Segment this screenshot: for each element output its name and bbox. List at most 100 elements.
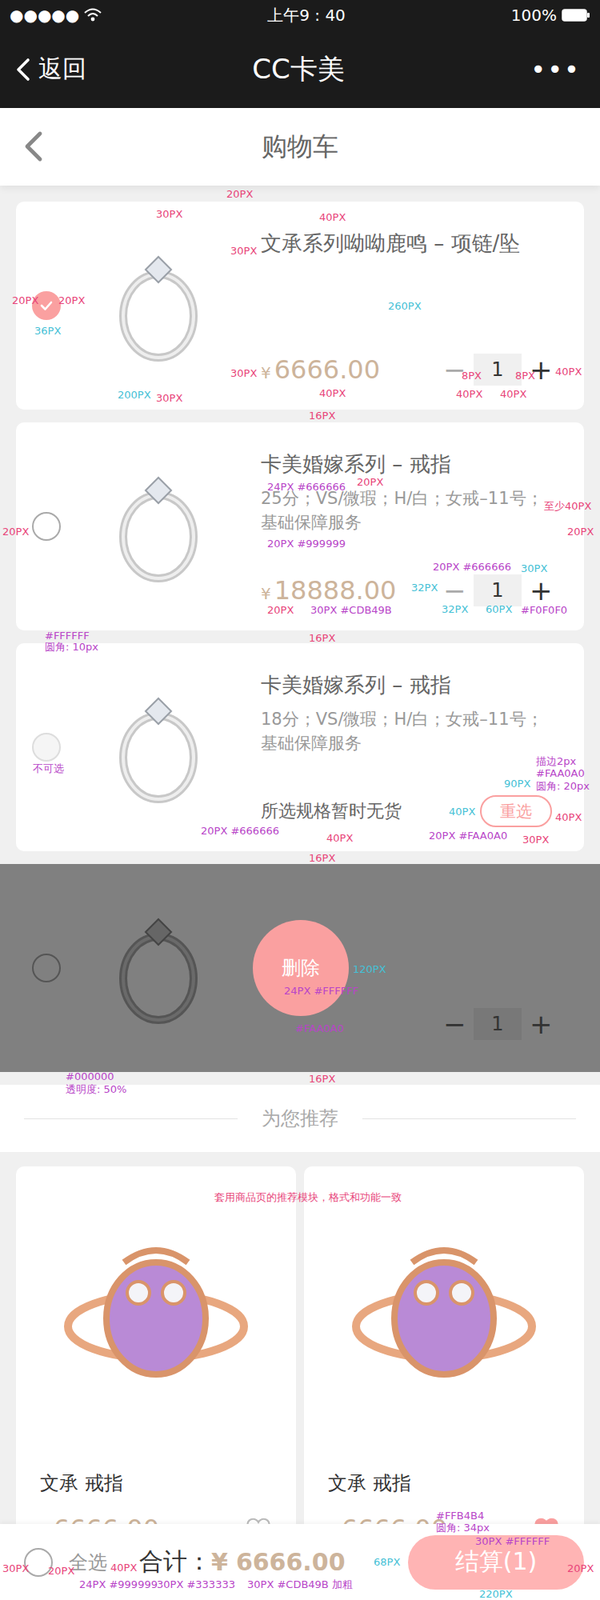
total-label: 合计： bbox=[139, 1545, 212, 1579]
product-photo bbox=[76, 888, 237, 1048]
quantity-field[interactable]: 1 bbox=[473, 353, 522, 386]
item-bottom-row: 所选规格暂时无货重选 bbox=[260, 795, 552, 828]
annotation-label: 30PX bbox=[520, 563, 548, 574]
product-photo bbox=[76, 667, 237, 828]
annotation-label: 32PX bbox=[411, 582, 438, 593]
quantity-stepper: −1+ bbox=[443, 574, 552, 607]
annotation-label: 260PX bbox=[388, 300, 422, 312]
product-photo bbox=[76, 225, 237, 386]
select-radio[interactable] bbox=[32, 953, 61, 983]
annotation-label: 16PX bbox=[308, 852, 336, 864]
annotation-label: #FFB4B4 bbox=[436, 1510, 484, 1521]
more-button[interactable]: ••• bbox=[452, 54, 581, 85]
price-value: 6666.00 bbox=[274, 354, 380, 385]
cart-item-swiped[interactable]: 删除 −1+ bbox=[0, 864, 600, 1072]
signal-dots: ●●●●● bbox=[9, 5, 80, 25]
annotation-label: 20PX bbox=[567, 526, 594, 537]
page-title: 购物车 bbox=[261, 129, 339, 165]
annotation-label: 24PX #FFFFFF bbox=[284, 985, 359, 996]
cart-item[interactable]: 卡美婚嫁系列 – 戒指18分；VS/微瑕；H/白；女戒–11号；基础保障服务所选… bbox=[16, 643, 584, 852]
annotation-label: 40PX bbox=[456, 388, 483, 400]
annotation-layer: 20PX30PX40PX30PX260PX20PX20PX36PX30PX8PX… bbox=[0, 0, 600, 1600]
annotation-label: 20PX bbox=[356, 476, 384, 488]
decrement-button[interactable]: − bbox=[443, 576, 466, 604]
decrement-button[interactable]: − bbox=[443, 1010, 466, 1038]
annotation-label: 20PX bbox=[226, 188, 253, 200]
swiped-actions: 删除 −1+ bbox=[236, 864, 552, 1072]
annotation-label: 圆角: 20px bbox=[536, 780, 590, 792]
annotation-label: 20PX #666666 bbox=[200, 825, 280, 836]
annotation-label: 30PX bbox=[522, 834, 549, 845]
gem-ring-photo bbox=[60, 1230, 252, 1407]
annotation-label: 120PX bbox=[352, 964, 387, 975]
quantity-field[interactable]: 1 bbox=[473, 574, 522, 607]
annotation-label: 描边2px bbox=[536, 756, 576, 767]
nav-title: CC卡美 bbox=[252, 51, 344, 88]
delete-button[interactable]: 删除 bbox=[252, 920, 349, 1016]
header-back-button[interactable] bbox=[24, 130, 44, 163]
cart-item[interactable]: 文承系列呦呦鹿鸣 – 项链/坠 ¥6666.00 −1+ bbox=[16, 201, 584, 410]
annotation-label: 8PX bbox=[515, 370, 536, 381]
signal-group: ●●●●● bbox=[9, 5, 102, 25]
cart-page: ●●●●● 上午9 : 40 100% 返回 CC卡美 ••• 购物车文承系列呦呦鹿鸣 – … bbox=[0, 0, 600, 1600]
annotation-label: 20PX bbox=[2, 526, 29, 537]
annotation-label: 20PX bbox=[267, 604, 294, 616]
item-title: 文承系列呦呦鹿鸣 – 项链/坠 bbox=[260, 230, 552, 258]
increment-button[interactable]: + bbox=[529, 576, 552, 604]
divider-line bbox=[362, 1118, 576, 1120]
chevron-left-icon bbox=[24, 130, 44, 163]
annotation-label: 20PX bbox=[58, 295, 85, 306]
recommend-title: 为您推荐 bbox=[261, 1105, 339, 1132]
product-photo bbox=[76, 446, 237, 607]
annotation-label: #FAA0A0 bbox=[295, 1023, 344, 1034]
annotation-label: 8PX bbox=[461, 370, 482, 381]
annotation-label: 16PX bbox=[308, 410, 336, 421]
select-radio[interactable] bbox=[32, 291, 61, 320]
select-all-radio[interactable] bbox=[24, 1548, 53, 1577]
cart-item[interactable]: 卡美婚嫁系列 – 戒指25分；VS/微瑕；H/白；女戒–11号；基础保障服务¥1… bbox=[16, 422, 584, 631]
annotation-label: 20PX #666666 bbox=[432, 561, 512, 572]
annotation-label: 40PX bbox=[555, 812, 582, 823]
status-time: 上午9 : 40 bbox=[267, 4, 346, 27]
back-button[interactable]: 返回 bbox=[16, 52, 144, 86]
price-value: 18888.00 bbox=[274, 575, 397, 606]
decrement-button[interactable]: − bbox=[443, 356, 466, 384]
annotation-label: 30PX bbox=[230, 368, 257, 379]
wifi-icon bbox=[84, 8, 102, 23]
annotation-label: 60PX bbox=[485, 604, 512, 615]
nav-bar: 返回 CC卡美 ••• bbox=[0, 30, 600, 108]
annotation-label: 40PX bbox=[448, 806, 476, 817]
increment-button[interactable]: + bbox=[529, 356, 552, 384]
check-icon bbox=[37, 296, 56, 315]
check-cell bbox=[16, 643, 77, 852]
annotation-label: 20PX bbox=[12, 295, 39, 306]
currency: ¥ bbox=[211, 1548, 228, 1576]
quantity-field[interactable]: 1 bbox=[473, 1008, 522, 1040]
ring-photo bbox=[100, 687, 213, 808]
select-all-label[interactable]: 全选 bbox=[68, 1549, 108, 1576]
item-info: 卡美婚嫁系列 – 戒指18分；VS/微瑕；H/白；女戒–11号；基础保障服务所选… bbox=[236, 643, 552, 852]
annotation-label: 40PX bbox=[555, 366, 582, 377]
currency: ¥ bbox=[260, 363, 272, 383]
check-cell bbox=[16, 201, 77, 410]
recommend-photo bbox=[40, 1198, 272, 1439]
annotation-label: 30PX bbox=[230, 245, 257, 256]
annotation-label: #FFFFFF bbox=[44, 630, 90, 641]
item-price: ¥18888.00 bbox=[260, 575, 396, 606]
battery-icon bbox=[561, 8, 591, 23]
total-price: ¥6666.00 bbox=[211, 1548, 346, 1576]
select-radio[interactable] bbox=[32, 512, 61, 541]
item-info: 文承系列呦呦鹿鸣 – 项链/坠 ¥6666.00 −1+ bbox=[236, 201, 552, 410]
quantity-stepper: −1+ bbox=[443, 353, 552, 386]
checkout-button[interactable]: 结算(1) bbox=[408, 1535, 584, 1590]
recommend-name: 文承 戒指 bbox=[328, 1470, 560, 1496]
divider-line bbox=[24, 1118, 238, 1120]
reselect-button[interactable]: 重选 bbox=[480, 795, 552, 828]
annotation-label: 200PX bbox=[117, 389, 152, 400]
ring-photo bbox=[100, 908, 213, 1028]
item-bottom-row: ¥6666.00 −1+ bbox=[260, 353, 552, 386]
battery-level: 100% bbox=[511, 5, 557, 25]
annotation-label: 30PX bbox=[156, 208, 183, 220]
increment-button[interactable]: + bbox=[529, 1010, 552, 1038]
annotation-label: 30PX bbox=[156, 392, 183, 404]
